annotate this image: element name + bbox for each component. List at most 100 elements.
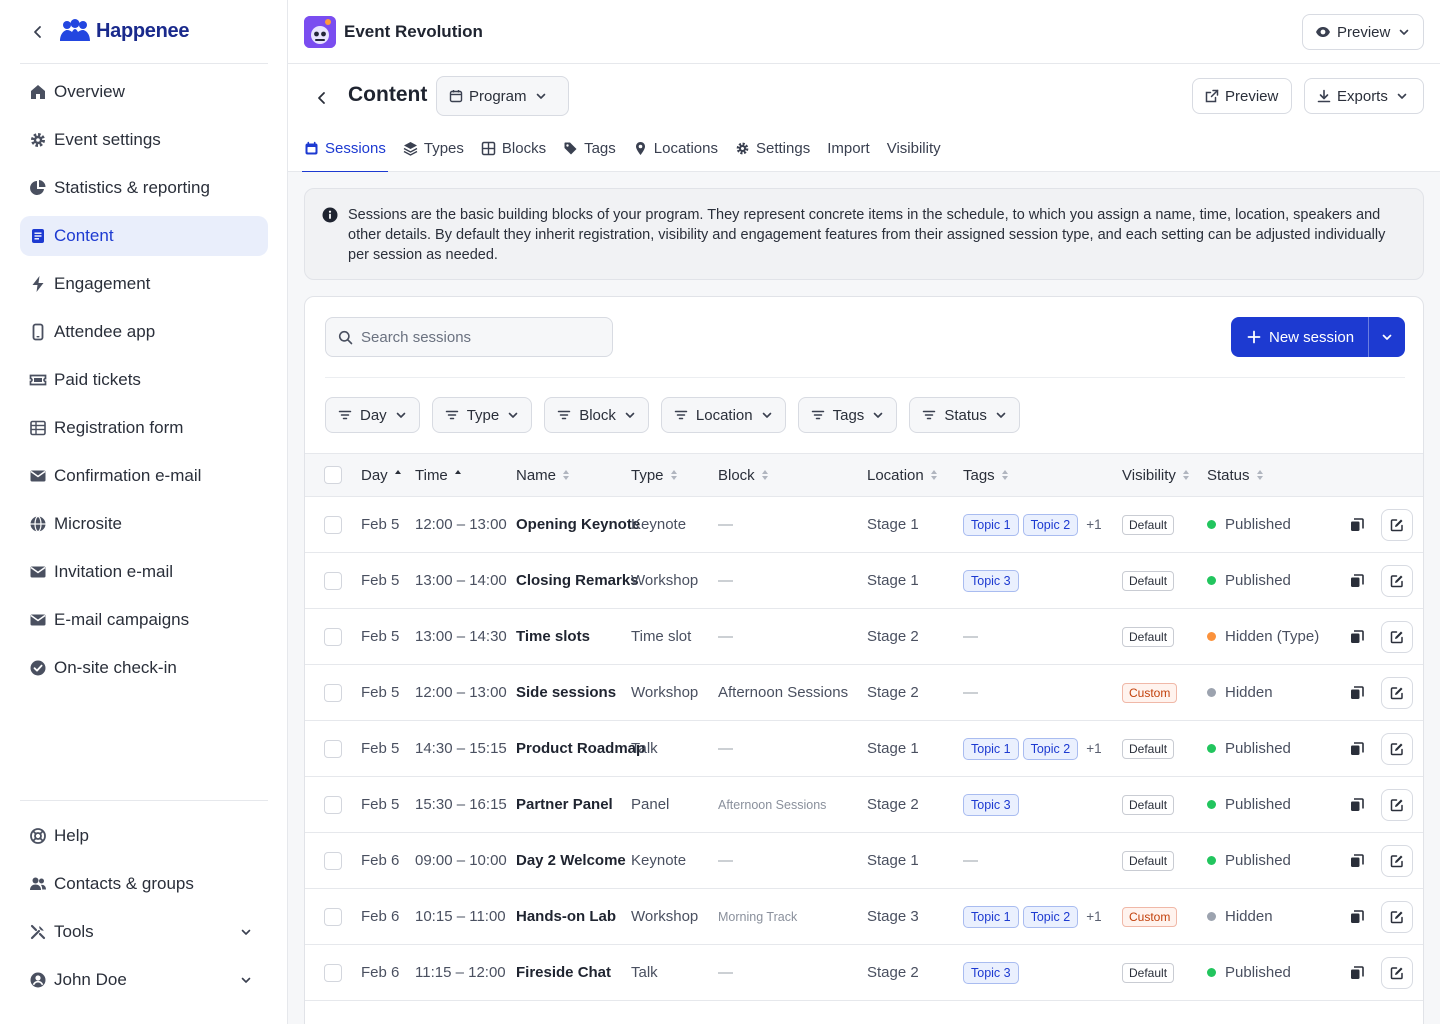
filter-location[interactable]: Location (660, 397, 786, 433)
edit-button[interactable] (1381, 565, 1413, 597)
sidebar-item-on-site-check-in[interactable]: On-site check-in (20, 648, 268, 688)
edit-button[interactable] (1381, 901, 1413, 933)
edit-button[interactable] (1381, 845, 1413, 877)
row-checkbox[interactable] (324, 852, 342, 870)
filter-type[interactable]: Type (431, 397, 533, 433)
table-row[interactable]: Feb 6 11:15 – 12:00 Fireside Chat Talk — Stag… (305, 945, 1423, 1001)
sidebar-item-invitation-e-mail[interactable]: Invitation e-mail (20, 552, 268, 592)
copy-icon[interactable] (1347, 739, 1367, 759)
row-checkbox[interactable] (324, 740, 342, 758)
edit-button[interactable] (1381, 621, 1413, 653)
row-checkbox[interactable] (324, 684, 342, 702)
column-header-time[interactable]: Time (415, 454, 462, 496)
back-icon[interactable] (26, 20, 50, 44)
edit-button[interactable] (1381, 789, 1413, 821)
tab-blocks[interactable]: Blocks (481, 124, 546, 172)
top-preview-button[interactable]: Preview (1302, 14, 1424, 50)
copy-icon[interactable] (1347, 907, 1367, 927)
table-row[interactable]: Feb 5 13:00 – 14:00 Closing Remarks Worksho… (305, 553, 1423, 609)
sidebar-item-statistics-reporting[interactable]: Statistics & reporting (20, 168, 268, 208)
filter-day[interactable]: Day (325, 397, 420, 433)
sidebar-item-john-doe[interactable]: John Doe (20, 960, 268, 1000)
table-row[interactable]: Feb 6 09:00 – 10:00 Day 2 Welcome Keynote — S… (305, 833, 1423, 889)
row-checkbox[interactable] (324, 964, 342, 982)
filter-block[interactable]: Block (544, 397, 649, 433)
tab-import[interactable]: Import (827, 124, 870, 172)
more-tags-count[interactable]: +1 (1086, 741, 1101, 756)
edit-button[interactable] (1381, 677, 1413, 709)
tab-settings[interactable]: Settings (735, 124, 810, 172)
page-preview-button[interactable]: Preview (1192, 78, 1292, 114)
tag-badge[interactable]: Topic 3 (963, 569, 1019, 592)
column-header-status[interactable]: Status (1207, 454, 1264, 496)
sidebar-item-event-settings[interactable]: Event settings (20, 120, 268, 160)
column-header-visibility[interactable]: Visibility (1122, 454, 1190, 496)
select-all-checkbox[interactable] (324, 466, 342, 484)
tag-badge[interactable]: Topic 1 (963, 513, 1019, 536)
sidebar-item-contacts-groups[interactable]: Contacts & groups (20, 864, 268, 904)
edit-button[interactable] (1381, 957, 1413, 989)
sidebar-item-registration-form[interactable]: Registration form (20, 408, 268, 448)
sidebar-item-e-mail-campaigns[interactable]: E-mail campaigns (20, 600, 268, 640)
copy-icon[interactable] (1347, 683, 1367, 703)
exports-dropdown[interactable]: Exports (1304, 78, 1424, 114)
sidebar-item-confirmation-e-mail[interactable]: Confirmation e-mail (20, 456, 268, 496)
tag-badge[interactable]: Topic 2 (1022, 905, 1079, 928)
tag-badge[interactable]: Topic 2 (1022, 513, 1079, 536)
filter-tags[interactable]: Tags (797, 397, 898, 433)
tag-badge[interactable]: Topic 3 (963, 961, 1019, 984)
tab-types[interactable]: Types (403, 124, 464, 172)
tag-badge[interactable]: Topic 2 (1022, 737, 1079, 760)
tab-sessions[interactable]: Sessions (302, 124, 388, 173)
new-session-button[interactable]: New session (1231, 317, 1405, 357)
sidebar-item-engagement[interactable]: Engagement (20, 264, 268, 304)
column-header-day[interactable]: Day (361, 454, 402, 496)
table-row[interactable]: Feb 5 12:00 – 13:00 Side sessions Workshop A… (305, 665, 1423, 721)
column-header-name[interactable]: Name (516, 454, 570, 496)
sidebar-item-tools[interactable]: Tools (20, 912, 268, 952)
sidebar-item-microsite[interactable]: Microsite (20, 504, 268, 544)
edit-button[interactable] (1381, 733, 1413, 765)
column-header-tags[interactable]: Tags (963, 454, 1009, 496)
table-row[interactable]: Feb 5 13:00 – 14:30 Time slots Time slot — St… (305, 609, 1423, 665)
sidebar-item-paid-tickets[interactable]: Paid tickets (20, 360, 268, 400)
tag-badge[interactable]: Topic 1 (963, 905, 1019, 928)
row-checkbox[interactable] (324, 516, 342, 534)
tab-tags[interactable]: Tags (563, 124, 616, 172)
tab-visibility[interactable]: Visibility (887, 124, 941, 172)
copy-icon[interactable] (1347, 795, 1367, 815)
table-row[interactable]: Feb 5 14:30 – 15:15 Product Roadmap Talk — St… (305, 721, 1423, 777)
table-row[interactable]: Feb 5 12:00 – 13:00 Opening Keynote Keynote… (305, 497, 1423, 553)
copy-icon[interactable] (1347, 963, 1367, 983)
tab-locations[interactable]: Locations (633, 124, 718, 172)
table-row[interactable]: Feb 6 10:15 – 11:00 Hands-on Lab Workshop Mo… (305, 889, 1423, 945)
column-header-type[interactable]: Type (631, 454, 678, 496)
tag-badge[interactable]: Topic 1 (963, 737, 1019, 760)
more-tags-count[interactable]: +1 (1086, 909, 1101, 924)
search-input[interactable] (361, 328, 591, 346)
edit-button[interactable] (1381, 509, 1413, 541)
more-tags-count[interactable]: +1 (1086, 517, 1101, 532)
new-session-main[interactable]: New session (1231, 317, 1369, 357)
row-checkbox[interactable] (324, 572, 342, 590)
copy-icon[interactable] (1347, 627, 1367, 647)
filter-status[interactable]: Status (909, 397, 1020, 433)
new-session-menu-toggle[interactable] (1369, 317, 1405, 357)
copy-icon[interactable] (1347, 515, 1367, 535)
row-checkbox[interactable] (324, 628, 342, 646)
row-checkbox[interactable] (324, 908, 342, 926)
happenee-logo[interactable]: Happenee (58, 18, 189, 45)
column-header-location[interactable]: Location (867, 454, 938, 496)
copy-icon[interactable] (1347, 851, 1367, 871)
sidebar-item-attendee-app[interactable]: Attendee app (20, 312, 268, 352)
column-header-block[interactable]: Block (718, 454, 769, 496)
row-checkbox[interactable] (324, 796, 342, 814)
sidebar-item-help[interactable]: Help (20, 816, 268, 856)
sidebar-item-content[interactable]: Content (20, 216, 268, 256)
tag-badge[interactable]: Topic 3 (963, 793, 1019, 816)
table-row[interactable]: Feb 5 15:30 – 16:15 Partner Panel Panel Afte… (305, 777, 1423, 833)
program-dropdown[interactable]: Program (436, 76, 569, 116)
copy-icon[interactable] (1347, 571, 1367, 591)
back-icon[interactable] (310, 86, 334, 110)
sidebar-item-overview[interactable]: Overview (20, 72, 268, 112)
